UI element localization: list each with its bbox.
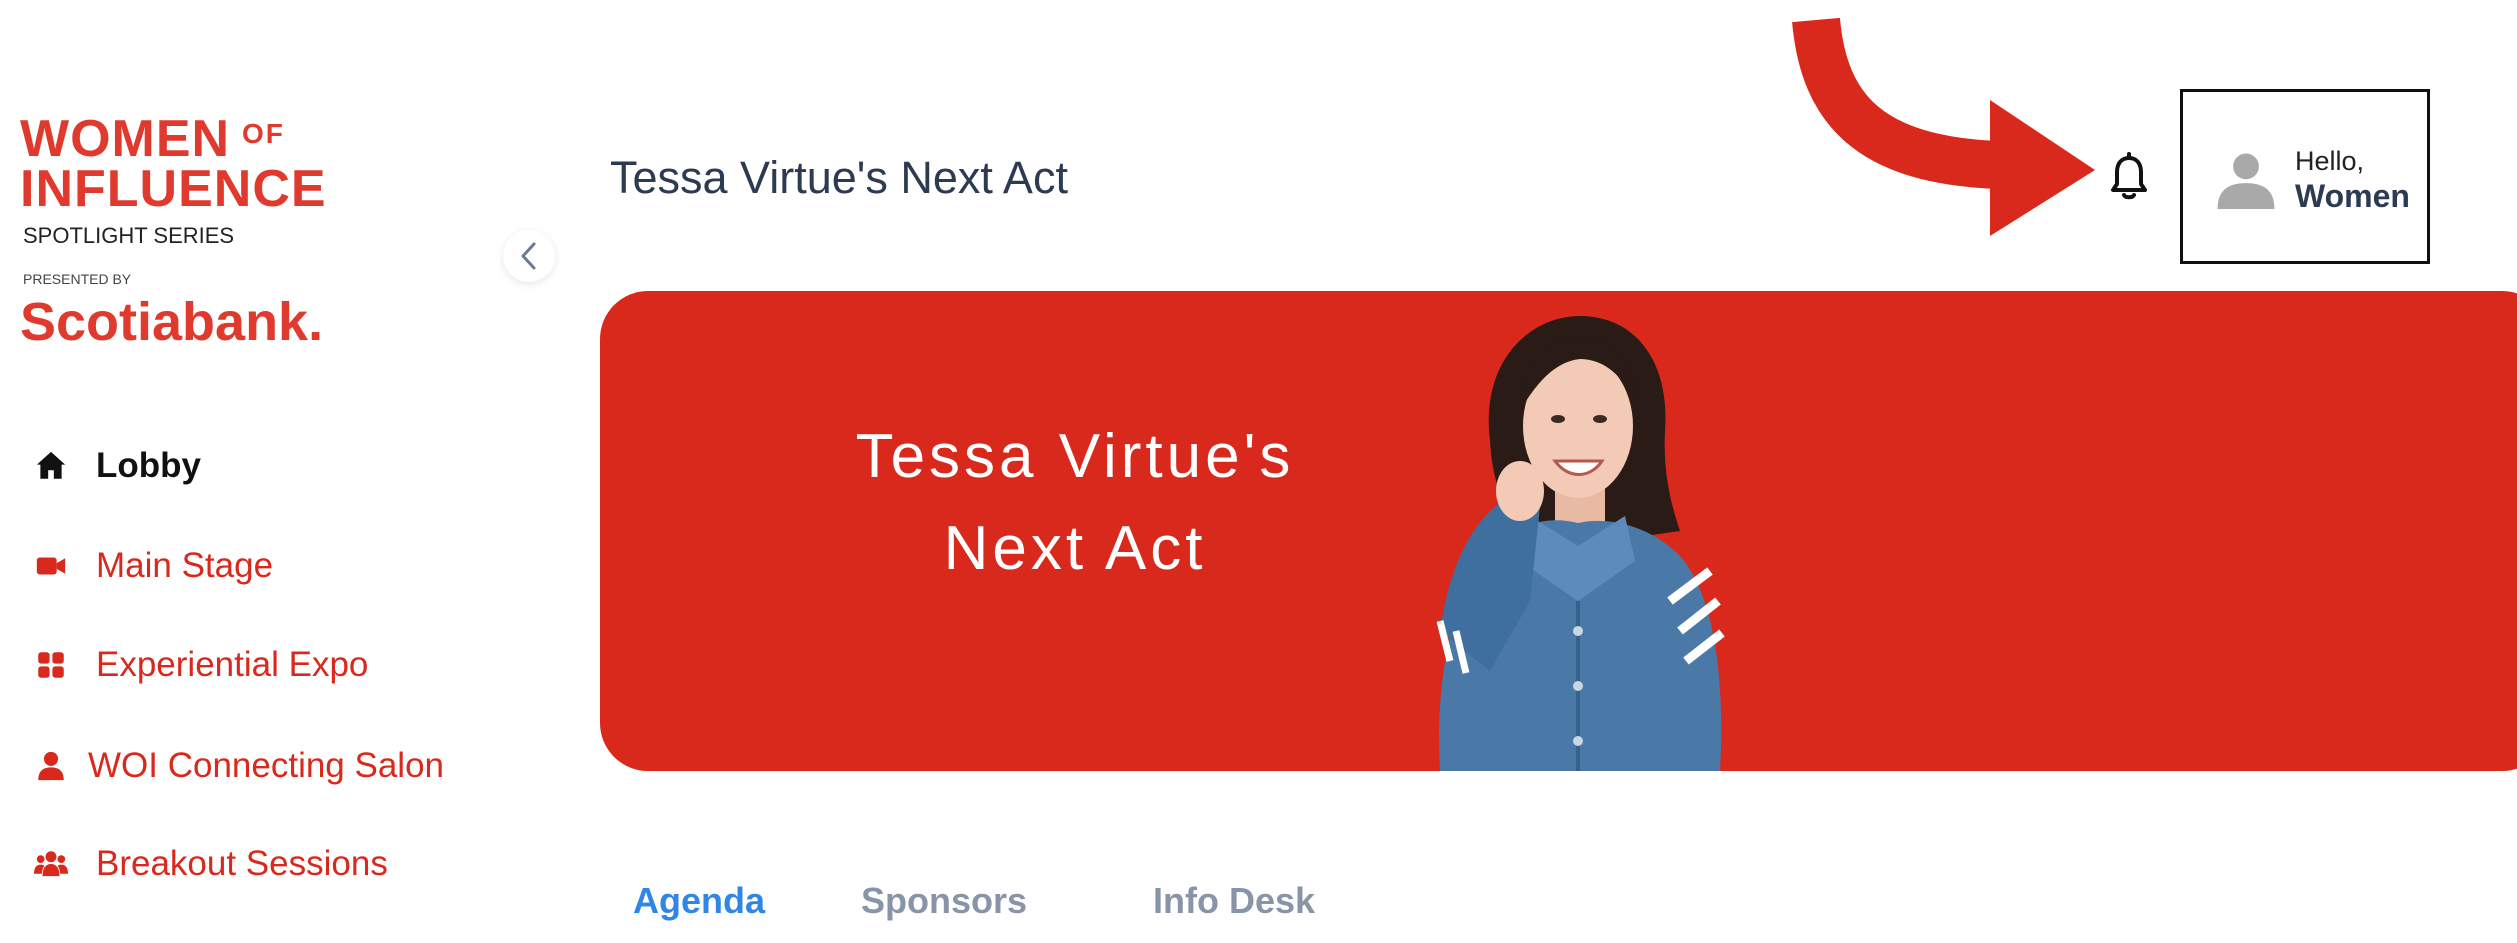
sidebar: WOMEN OF INFLUENCE SPOTLIGHT SERIES PRES… xyxy=(0,0,560,943)
collapse-sidebar-button[interactable] xyxy=(503,230,555,282)
user-icon xyxy=(34,749,68,783)
event-banner: Tessa Virtue's Next Act xyxy=(600,291,2517,771)
sidebar-item-label: Experiential Expo xyxy=(96,645,369,684)
sidebar-item-breakout-sessions[interactable]: Breakout Sessions xyxy=(34,844,388,884)
user-menu[interactable]: Hello, Women xyxy=(2180,89,2430,264)
logo-line-influence: INFLUENCE xyxy=(20,160,327,218)
sidebar-item-experiential-expo[interactable]: Experiential Expo xyxy=(34,645,368,685)
red-arrow-annotation xyxy=(1792,17,2095,236)
avatar xyxy=(2217,153,2275,209)
video-camera-icon xyxy=(34,549,68,583)
tab-sponsors[interactable]: Sponsors xyxy=(861,880,1027,922)
user-name: Women xyxy=(2295,178,2410,214)
speaker-photo xyxy=(1436,316,1725,771)
sidebar-item-woi-connecting-salon[interactable]: WOI Connecting Salon xyxy=(34,746,444,786)
logo-series: SPOTLIGHT SERIES xyxy=(23,223,235,248)
sidebar-item-main-stage[interactable]: Main Stage xyxy=(34,546,273,586)
sidebar-item-label: Main Stage xyxy=(96,546,274,585)
sidebar-item-label: WOI Connecting Salon xyxy=(88,746,445,785)
sidebar-item-label: Breakout Sessions xyxy=(96,844,388,883)
users-group-icon xyxy=(34,847,68,881)
page-title: Tessa Virtue's Next Act xyxy=(610,152,1068,203)
bell-icon xyxy=(2111,152,2147,200)
chevron-left-icon xyxy=(521,242,536,270)
tab-agenda[interactable]: Agenda xyxy=(633,880,765,922)
logo-of: OF xyxy=(242,118,285,149)
sidebar-item-label: Lobby xyxy=(96,446,201,485)
grid-icon xyxy=(34,648,68,682)
logo-line-women: WOMEN xyxy=(20,110,231,168)
greeting-text: Hello, xyxy=(2295,146,2365,176)
sponsor-logo: Scotiabank. xyxy=(20,292,324,352)
sidebar-item-lobby[interactable]: Lobby xyxy=(34,446,201,486)
notifications-button[interactable] xyxy=(2105,152,2153,204)
logo-presented-by: PRESENTED BY xyxy=(23,271,132,287)
tab-info-desk[interactable]: Info Desk xyxy=(1153,880,1315,922)
home-icon xyxy=(34,449,68,483)
